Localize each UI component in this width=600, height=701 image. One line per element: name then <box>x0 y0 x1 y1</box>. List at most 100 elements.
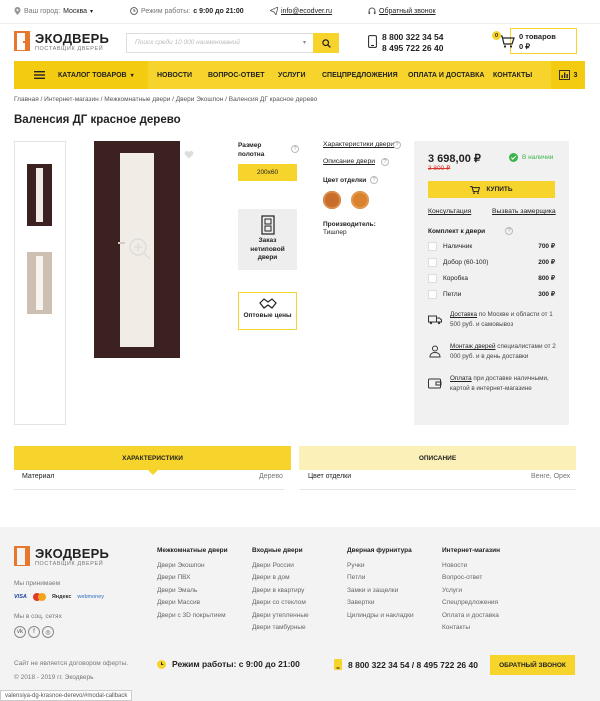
footer-link[interactable]: Спецпредложения <box>442 597 500 610</box>
footer-link[interactable]: Двери России <box>252 560 309 573</box>
footer-link[interactable]: Двери в дом <box>252 572 309 585</box>
buy-button[interactable]: КУПИТЬ <box>428 181 555 198</box>
footer-link[interactable]: Вопрос-ответ <box>442 572 500 585</box>
callback-link[interactable]: Обратный звонок <box>368 7 436 15</box>
instagram-icon[interactable]: ◎ <box>42 626 54 638</box>
city-value: Москва <box>63 7 87 15</box>
footer-link[interactable]: Двери Экошпон <box>157 560 228 573</box>
footer-link[interactable]: Двери с 3D покрытием <box>157 610 228 623</box>
breadcrumb-item[interactable]: Межкомнатные двери <box>104 96 170 103</box>
payment-link[interactable]: Оплата <box>450 375 472 382</box>
footer-link[interactable]: Цилиндры и накладки <box>347 610 414 623</box>
breadcrumb-item[interactable]: Главная <box>14 96 39 103</box>
chart-bars-icon <box>558 70 570 80</box>
checkbox[interactable] <box>428 289 437 299</box>
wholesale-button[interactable]: Оптовые цены <box>238 292 297 330</box>
footer-link[interactable]: Ручки <box>347 560 414 573</box>
buy-label: КУПИТЬ <box>486 186 513 193</box>
kit-option-name: Наличник <box>443 242 473 250</box>
vk-icon[interactable]: vk <box>14 626 26 638</box>
cart-widget[interactable]: 0 0 товаров 0 ₽ <box>492 28 577 54</box>
footer-link[interactable]: Двери в квартиру <box>252 585 309 598</box>
footer-link[interactable]: Новости <box>442 560 500 573</box>
footer-link[interactable]: Услуги <box>442 585 500 598</box>
delivery-link[interactable]: Доставка <box>450 311 477 318</box>
help-icon[interactable]: ? <box>505 227 513 235</box>
nav-item-faq[interactable]: ВОПРОС-ОТВЕТ <box>208 61 265 89</box>
footer-link[interactable]: Петли <box>347 572 414 585</box>
heart-icon[interactable] <box>184 150 194 159</box>
catalog-menu-button[interactable]: КАТАЛОГ ТОВАРОВ ▾ <box>14 61 148 89</box>
kit-option[interactable]: Добор (60-100) 200 ₽ <box>428 255 555 269</box>
measurer-link[interactable]: Вызвать замерщика <box>492 208 556 215</box>
help-icon[interactable]: ? <box>370 176 378 184</box>
footer-col-title: Входные двери <box>252 547 303 554</box>
description-link[interactable]: Описание двери <box>323 158 375 165</box>
custom-door-button[interactable]: Заказ нетиповой двери <box>238 209 297 270</box>
city-label: Ваш город: <box>24 7 61 15</box>
kit-option[interactable]: Наличник 700 ₽ <box>428 239 555 253</box>
tab-description[interactable]: ОПИСАНИЕ <box>299 446 576 470</box>
phone-number-2[interactable]: 8 495 722 26 40 <box>382 43 443 54</box>
location-icon <box>14 7 21 15</box>
nav-item-offers[interactable]: СПЕЦПРЕДЛОЖЕНИЯ <box>322 61 398 89</box>
help-icon[interactable]: ? <box>381 158 389 166</box>
nav-item-services[interactable]: УСЛУГИ <box>278 61 306 89</box>
phone-icon <box>368 35 377 48</box>
footer-link[interactable]: Замки и защелки <box>347 585 414 598</box>
email-link[interactable]: info@ecodver.ru <box>270 7 332 15</box>
footer-logo[interactable]: ЭКОДВЕРЬ ПОСТАВЩИК ДВЕРЕЙ <box>14 546 109 567</box>
nav-item-payment-delivery[interactable]: ОПЛАТА И ДОСТАВКА <box>408 61 485 89</box>
clock-icon <box>157 659 166 669</box>
city-selector[interactable]: Ваш город: Москва ▾ <box>14 7 93 15</box>
help-icon[interactable]: ? <box>393 141 401 149</box>
footer-link[interactable]: Двери тамбурные <box>252 622 309 635</box>
cart-icon <box>499 35 515 48</box>
checkbox[interactable] <box>428 241 437 251</box>
breadcrumb-item[interactable]: Двери Экошпон <box>176 96 224 103</box>
checkbox[interactable] <box>428 273 437 283</box>
finish-swatch-1[interactable] <box>323 191 341 209</box>
install-link[interactable]: Монтаж дверей <box>450 343 496 350</box>
facebook-icon[interactable]: f <box>28 626 40 638</box>
nav-item-contacts[interactable]: КОНТАКТЫ <box>493 61 532 89</box>
compare-button[interactable]: 3 <box>551 61 585 89</box>
footer-link[interactable]: Двери со стеклом <box>252 597 309 610</box>
footer-col-interior-doors: Межкомнатные двери Двери Экошпон Двери П… <box>157 545 228 622</box>
search-button[interactable] <box>313 33 339 53</box>
checkbox[interactable] <box>428 257 437 267</box>
thumbnail-door-dark[interactable] <box>27 164 52 226</box>
kit-option[interactable]: Петли 300 ₽ <box>428 287 555 301</box>
search-input[interactable]: Поиск среди 10 000 наименований ▾ <box>126 33 339 53</box>
main-product-image[interactable] <box>94 141 180 358</box>
breadcrumb-item[interactable]: Интернет-магазин <box>44 96 99 103</box>
main-nav: КАТАЛОГ ТОВАРОВ ▾ НОВОСТИ ВОПРОС-ОТВЕТ У… <box>14 61 585 89</box>
help-icon[interactable]: ? <box>291 145 299 153</box>
disclaimer: Сайт не является договором оферты. <box>14 660 129 667</box>
footer-link[interactable]: Контакты <box>442 622 500 635</box>
logo[interactable]: ЭКОДВЕРЬ ПОСТАВЩИК ДВЕРЕЙ <box>14 31 109 52</box>
footer-link[interactable]: Двери Эмаль <box>157 585 228 598</box>
email-text: info@ecodver.ru <box>281 7 333 15</box>
nav-item-news[interactable]: НОВОСТИ <box>157 61 192 89</box>
header-phones: 8 800 322 34 54 8 495 722 26 40 <box>382 32 443 54</box>
tab-characteristics[interactable]: ХАРАКТЕРИСТИКИ <box>14 446 291 470</box>
characteristics-link[interactable]: Характеристики двери <box>323 141 394 148</box>
phone-number-1[interactable]: 8 800 322 34 54 <box>382 32 443 43</box>
kit-option[interactable]: Коробка 800 ₽ <box>428 271 555 285</box>
footer-logo-subtitle: ПОСТАВЩИК ДВЕРЕЙ <box>35 561 104 567</box>
footer-col-title: Интернет-магазин <box>442 547 501 554</box>
callback-button[interactable]: ОБРАТНЫЙ ЗВОНОК <box>490 655 575 675</box>
thumbnail-door-light[interactable] <box>27 252 52 314</box>
footer-link[interactable]: Завертки <box>347 597 414 610</box>
spec-value: Дерево <box>259 473 283 480</box>
footer-phones[interactable]: 8 800 322 34 54 / 8 495 722 26 40 <box>334 659 478 670</box>
size-option-button[interactable]: 200х60 <box>238 164 297 181</box>
footer-link[interactable]: Оплата и доставка <box>442 610 500 623</box>
finish-swatch-2[interactable] <box>351 191 369 209</box>
size-label: Размер полотна <box>238 142 265 158</box>
consult-link[interactable]: Консультация <box>428 208 471 215</box>
footer-link[interactable]: Двери ПВХ <box>157 572 228 585</box>
footer-link[interactable]: Двери Массив <box>157 597 228 610</box>
footer-link[interactable]: Двери утепленные <box>252 610 309 623</box>
